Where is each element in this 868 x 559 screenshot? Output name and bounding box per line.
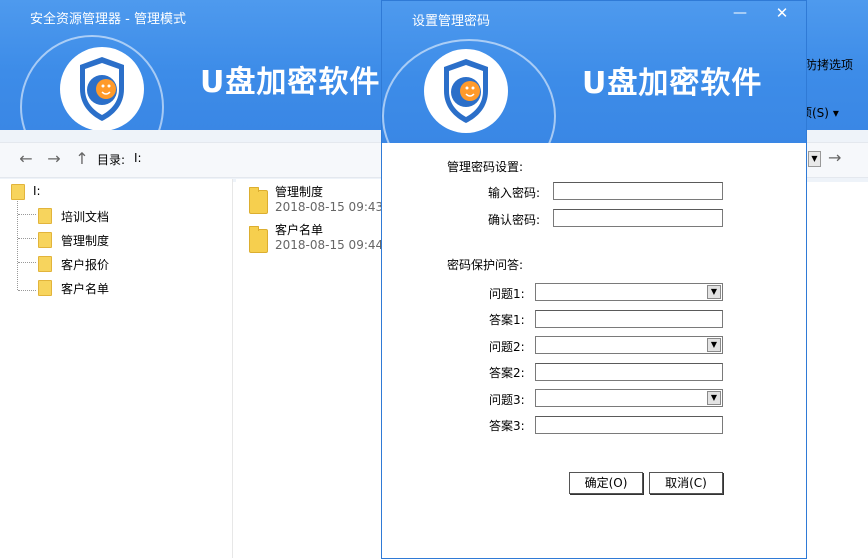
main-window-title: 安全资源管理器 - 管理模式 (30, 12, 186, 27)
app-logo (60, 47, 144, 130)
tree-connector (18, 290, 36, 291)
tree-connector (17, 198, 18, 290)
answer1-label: 答案1: (489, 313, 525, 327)
tree-item-label[interactable]: 培训文档 (61, 208, 109, 225)
question2-select[interactable]: ▼ (535, 336, 723, 354)
dialog-title: 设置管理密码 (412, 14, 491, 29)
folder-icon (38, 208, 52, 224)
file-date: 2018-08-15 09:43: (275, 200, 388, 214)
tree-connector (18, 262, 36, 263)
folder-tree-panel (0, 179, 233, 558)
app-name: U盘加密软件 (200, 65, 381, 100)
file-name[interactable]: 客户名单 (275, 221, 323, 238)
folder-icon (11, 184, 25, 200)
question1-select[interactable]: ▼ (535, 283, 723, 301)
folder-icon[interactable] (249, 226, 268, 253)
enter-password-label: 输入密码: (488, 186, 541, 200)
chevron-down-icon: ▼ (707, 285, 721, 299)
tree-item-training-docs[interactable] (38, 208, 52, 224)
chevron-down-icon: ▼ (707, 338, 721, 352)
tree-item-customer-list[interactable] (38, 280, 52, 296)
answer3-label: 答案3: (489, 419, 525, 433)
question1-label: 问题1: (489, 287, 525, 301)
chevron-down-icon: ▼ (811, 154, 818, 163)
path-dropdown-button[interactable]: ▼ (808, 151, 821, 167)
cancel-button[interactable]: 取消(C) (649, 472, 723, 494)
up-button[interactable]: ↑ (73, 150, 91, 168)
tree-item-label[interactable]: 客户名单 (61, 280, 109, 297)
question-section-label: 密码保护问答: (447, 258, 524, 272)
tree-item-management-rules[interactable] (38, 232, 52, 248)
close-button[interactable]: ✕ (774, 5, 790, 21)
question2-label: 问题2: (489, 340, 525, 354)
ok-button[interactable]: 确定(O) (569, 472, 643, 494)
minimize-icon: — (733, 5, 747, 21)
directory-path[interactable]: I: (134, 151, 142, 165)
question3-select[interactable]: ▼ (535, 389, 723, 407)
enter-password-input[interactable] (553, 182, 723, 200)
directory-label: 目录: (97, 153, 126, 167)
dialog-header-banner: 设置管理密码 — ✕ U盘加密软件 (382, 1, 806, 143)
password-section-label: 管理密码设置: (447, 160, 524, 174)
arrow-up-icon: ↑ (75, 149, 89, 168)
tree-item-label[interactable]: 管理制度 (61, 232, 109, 249)
answer2-label: 答案2: (489, 366, 525, 380)
tree-connector (18, 214, 36, 215)
answer3-input[interactable] (535, 416, 723, 434)
app-logo (424, 49, 508, 133)
tree-connector (18, 238, 36, 239)
chevron-down-icon: ▾ (832, 106, 839, 120)
menu-copy-protection-options[interactable]: 防拷选项 (805, 56, 853, 73)
tree-item-customer-quotes[interactable] (38, 256, 52, 272)
folder-icon[interactable] (249, 187, 268, 214)
forward-button[interactable]: → (45, 150, 63, 168)
confirm-password-input[interactable] (553, 209, 723, 227)
chevron-down-icon: ▼ (707, 391, 721, 405)
tree-root-label[interactable]: I: (33, 184, 41, 198)
app-name: U盘加密软件 (582, 66, 763, 101)
arrow-right-icon: → (828, 148, 842, 167)
folder-icon (38, 232, 52, 248)
question3-label: 问题3: (489, 393, 525, 407)
arrow-left-icon: ← (19, 149, 33, 168)
set-admin-password-dialog: 设置管理密码 — ✕ U盘加密软件 管理密码设置: 输入密码: 确认密码: 密码… (381, 0, 807, 559)
answer1-input[interactable] (535, 310, 723, 328)
minimize-button[interactable]: — (732, 6, 748, 22)
tree-item-label[interactable]: 客户报价 (61, 256, 109, 273)
shield-logo-icon (80, 57, 124, 121)
tree-root-drive[interactable] (11, 184, 25, 200)
answer2-input[interactable] (535, 363, 723, 381)
shield-logo-icon (444, 59, 488, 123)
folder-icon (38, 280, 52, 296)
folder-icon (38, 256, 52, 272)
confirm-password-label: 确认密码: (488, 213, 541, 227)
arrow-right-icon: → (47, 149, 61, 168)
go-button[interactable]: → (828, 148, 841, 167)
file-date: 2018-08-15 09:44: (275, 238, 388, 252)
file-name[interactable]: 管理制度 (275, 183, 323, 200)
close-icon: ✕ (775, 4, 789, 22)
back-button[interactable]: ← (17, 150, 35, 168)
